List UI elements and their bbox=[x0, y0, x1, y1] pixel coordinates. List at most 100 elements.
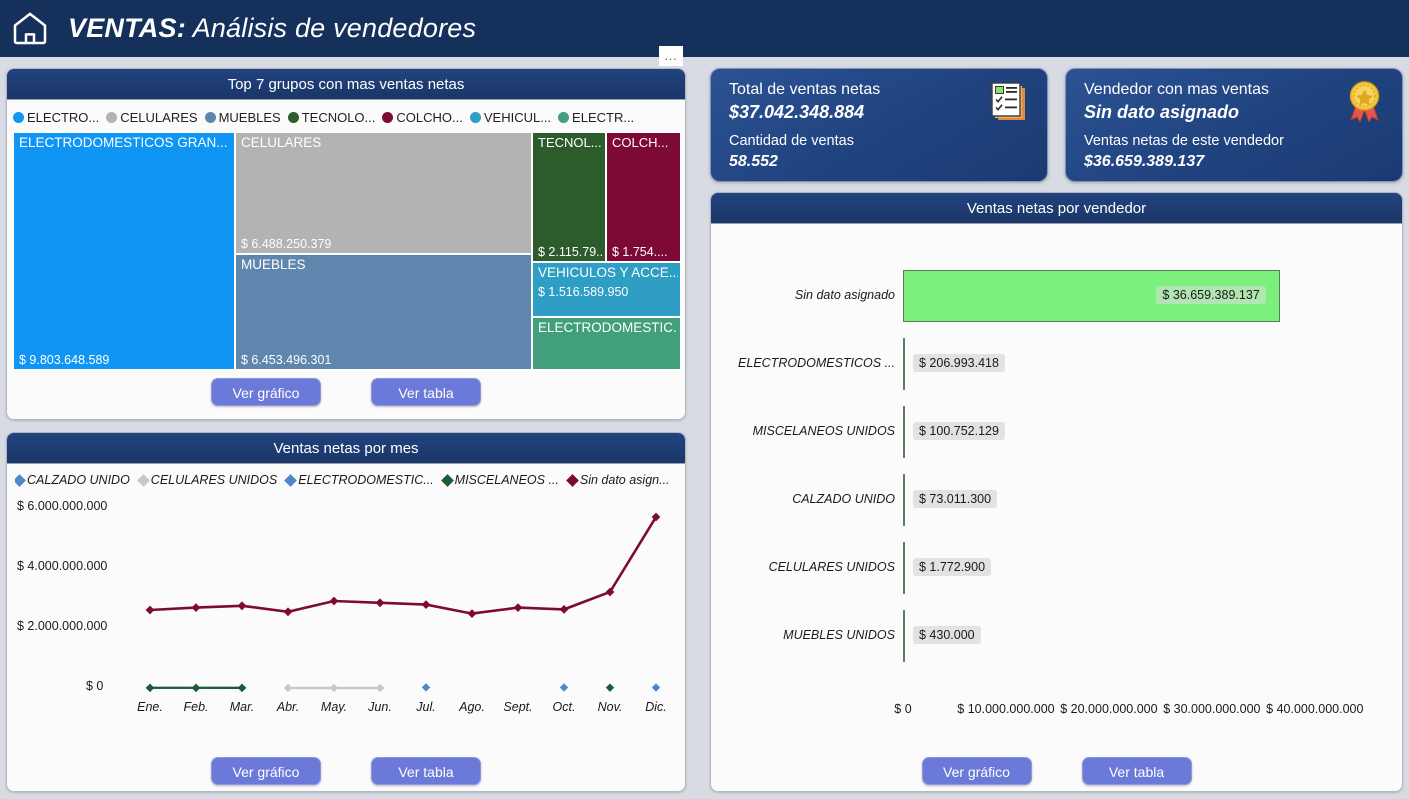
kpi-card-total-sales[interactable]: Total de ventas netas $37.042.348.884 Ca… bbox=[710, 68, 1048, 182]
treemap-tile-name: MUEBLES bbox=[241, 257, 306, 272]
more-options-button[interactable]: ... bbox=[659, 46, 683, 66]
line-legend-item[interactable]: ELECTRODOMESTIC... bbox=[284, 473, 434, 487]
home-icon[interactable] bbox=[10, 8, 50, 48]
line-legend-label: CALZADO UNIDO bbox=[27, 473, 130, 487]
line-legend-item[interactable]: Sin dato asign... bbox=[566, 473, 670, 487]
bar-rect[interactable] bbox=[903, 474, 905, 526]
treemap-plot[interactable]: ELECTRODOMESTICOS GRAN... $ 9.803.648.589… bbox=[13, 132, 681, 370]
line-data-marker bbox=[605, 683, 615, 692]
bar-chart-panel: Ventas netas por vendedor Sin dato asign… bbox=[710, 192, 1403, 792]
bar-category-label: MUEBLES UNIDOS bbox=[783, 628, 895, 642]
line-legend-label: ELECTRODOMESTIC... bbox=[298, 473, 434, 487]
line-chart-panel-title: Ventas netas por mes bbox=[7, 433, 685, 464]
line-data-marker bbox=[191, 683, 201, 693]
bar-rect[interactable] bbox=[903, 610, 905, 662]
bar-view-chart-button[interactable]: Ver gráfico bbox=[921, 757, 1032, 785]
treemap-legend-item[interactable]: CELULARES bbox=[106, 110, 198, 125]
treemap-tile[interactable]: TECNOL... $ 2.115.79... bbox=[532, 132, 606, 262]
treemap-tile-value: $ 6.453.496.301 bbox=[241, 353, 332, 367]
legend-diamond-icon bbox=[15, 473, 26, 487]
treemap-tile-value: $ 6.488.250.379 bbox=[241, 237, 332, 251]
bar-category-label: CELULARES UNIDOS bbox=[768, 560, 895, 574]
kpi-seller-label: Vendedor con mas ventas bbox=[1084, 81, 1270, 98]
line-legend-label: Sin dato asign... bbox=[579, 473, 670, 487]
legend-dot-icon bbox=[469, 111, 481, 123]
bar-chart-plot[interactable]: Sin dato asignado $ 36.659.389.137 ELECTRO… bbox=[711, 224, 1402, 744]
line-legend-item[interactable]: CALZADO UNIDO bbox=[15, 473, 130, 487]
treemap-legend-item[interactable]: COLCHO... bbox=[382, 109, 463, 125]
treemap-tile[interactable]: VEHICULOS Y ACCE... $ 1.516.589.950 bbox=[532, 262, 681, 317]
bar-value-label: $ 36.659.389.137 bbox=[1156, 286, 1266, 304]
bar-rect[interactable] bbox=[903, 338, 905, 390]
line-chart-plot[interactable]: $ 0 $ 2.000.000.000 $ 4.000.000.000 $ 6.000… bbox=[7, 492, 685, 742]
treemap-legend-item[interactable]: VEHICUL... bbox=[469, 110, 551, 125]
line-legend-item[interactable]: MISCELANEOS ... bbox=[440, 473, 559, 487]
line-chart-panel: Ventas netas por mes CALZADO UNIDO CELULA… bbox=[6, 432, 686, 792]
kpi-card-top-seller[interactable]: Vendedor con mas ventas Sin dato asignad… bbox=[1065, 68, 1403, 182]
line-legend-label: MISCELANEOS ... bbox=[454, 473, 559, 487]
treemap-tile[interactable]: CELULARES $ 6.488.250.379 bbox=[235, 132, 532, 254]
kpi-seller-sales-value: $36.659.389.137 bbox=[1084, 153, 1205, 170]
bar-value-label: $ 430.000 bbox=[913, 626, 981, 644]
line-data-marker bbox=[559, 605, 569, 614]
kpi-count-value: 58.552 bbox=[729, 153, 778, 170]
treemap-legend-label: TECNOLO... bbox=[301, 109, 376, 125]
line-data-marker bbox=[237, 683, 247, 693]
legend-dot-icon bbox=[204, 111, 216, 123]
treemap-legend-label: COLCHO... bbox=[396, 109, 463, 125]
line-data-marker bbox=[421, 683, 431, 692]
award-medal-icon bbox=[1342, 79, 1388, 125]
kpi-seller-sales-label: Ventas netas de este vendedor bbox=[1084, 133, 1284, 149]
legend-diamond-icon bbox=[284, 473, 298, 487]
legend-diamond-icon bbox=[566, 473, 579, 487]
line-data-marker bbox=[375, 683, 385, 693]
treemap-tile-name: ELECTRODOMESTICOS GRAN... bbox=[19, 135, 228, 150]
line-data-marker bbox=[467, 609, 477, 618]
bar-chart-panel-title: Ventas netas por vendedor bbox=[711, 193, 1402, 224]
bar-category-label: ELECTRODOMESTICOS ... bbox=[738, 356, 895, 370]
bar-category-label: Sin dato asignado bbox=[794, 288, 895, 302]
legend-diamond-icon bbox=[136, 473, 150, 487]
legend-dot-icon bbox=[106, 111, 118, 123]
treemap-tile-name: VEHICULOS Y ACCE... bbox=[538, 265, 678, 280]
page-title-strong: VENTAS: bbox=[68, 13, 186, 43]
line-data-marker bbox=[283, 683, 293, 693]
kpi-count-label: Cantidad de ventas bbox=[729, 133, 854, 149]
legend-dot-icon bbox=[287, 111, 299, 123]
line-data-marker bbox=[513, 603, 523, 612]
treemap-legend-item[interactable]: TECNOLO... bbox=[287, 109, 376, 125]
bar-view-table-button[interactable]: Ver tabla bbox=[1081, 757, 1192, 785]
treemap-legend-label: MUEBLES bbox=[218, 109, 281, 125]
line-view-chart-button[interactable]: Ver gráfico bbox=[211, 757, 321, 785]
treemap-view-chart-button[interactable]: Ver gráfico bbox=[211, 378, 321, 406]
treemap-panel: Top 7 grupos con mas ventas netas ELECTR… bbox=[6, 68, 686, 420]
line-data-marker bbox=[145, 605, 155, 615]
treemap-legend-label: ELECTRO... bbox=[27, 109, 100, 125]
line-data-marker bbox=[237, 601, 247, 611]
bar-chart-actions: Ver gráfico Ver tabla bbox=[711, 757, 1402, 785]
bar-category-label: CALZADO UNIDO bbox=[792, 492, 895, 506]
treemap-tile-name: TECNOL... bbox=[538, 135, 602, 150]
treemap-tile[interactable]: ELECTRODOMESTIC... bbox=[532, 317, 681, 370]
bar-value-label: $ 206.993.418 bbox=[913, 354, 1005, 372]
treemap-tile-name: ELECTRODOMESTIC... bbox=[538, 320, 678, 335]
treemap-view-table-button[interactable]: Ver tabla bbox=[371, 378, 481, 406]
treemap-legend-item[interactable]: ELECTRO... bbox=[13, 110, 99, 125]
bar-x-tick-label: $ 40.000.000.000 bbox=[1266, 702, 1364, 716]
treemap-legend-item[interactable]: MUEBLES bbox=[204, 109, 281, 125]
line-legend-item[interactable]: CELULARES UNIDOS bbox=[136, 473, 277, 487]
treemap-tile[interactable]: MUEBLES $ 6.453.496.301 bbox=[235, 254, 532, 370]
line-view-table-button[interactable]: Ver tabla bbox=[371, 757, 481, 785]
bar-value-label: $ 1.772.900 bbox=[913, 558, 992, 576]
legend-dot-icon bbox=[13, 111, 24, 123]
kpi-total-label: Total de ventas netas bbox=[729, 81, 881, 98]
bar-value-label: $ 73.011.300 bbox=[913, 490, 998, 508]
treemap-tile[interactable]: ELECTRODOMESTICOS GRAN... $ 9.803.648.589 bbox=[13, 132, 235, 370]
bar-rect[interactable] bbox=[903, 406, 905, 458]
legend-diamond-icon bbox=[440, 473, 454, 487]
treemap-legend-item[interactable]: ELECTR... bbox=[558, 110, 634, 125]
bar-rect[interactable] bbox=[903, 542, 905, 594]
bar-value-label: $ 100.752.129 bbox=[913, 422, 1005, 440]
treemap-tile-value: $ 2.115.79... bbox=[538, 245, 603, 259]
treemap-tile[interactable]: COLCH... $ 1.754.... bbox=[606, 132, 681, 262]
